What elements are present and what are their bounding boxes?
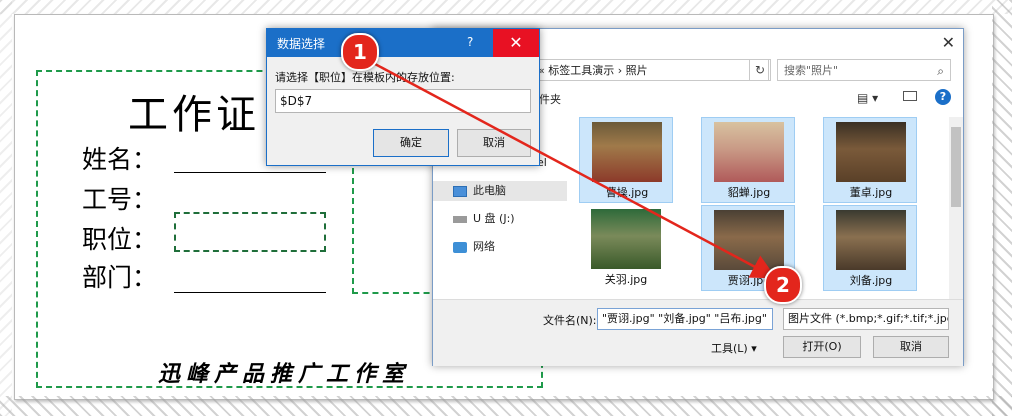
torn-edge-top [0,0,1012,14]
torn-edge-right [992,0,1012,416]
callout-arrow [359,54,777,279]
screenshot-canvas: 工作证 姓名： 工号： 职位： 部门： 迅峰产品推广工作室 ✕ « 标签工具演示… [0,0,1012,416]
torn-edge-left [0,0,12,416]
callout-badge-1: 1 [341,33,379,71]
torn-edge-bottom [0,396,1012,416]
callout-badge-2: 2 [764,266,802,304]
